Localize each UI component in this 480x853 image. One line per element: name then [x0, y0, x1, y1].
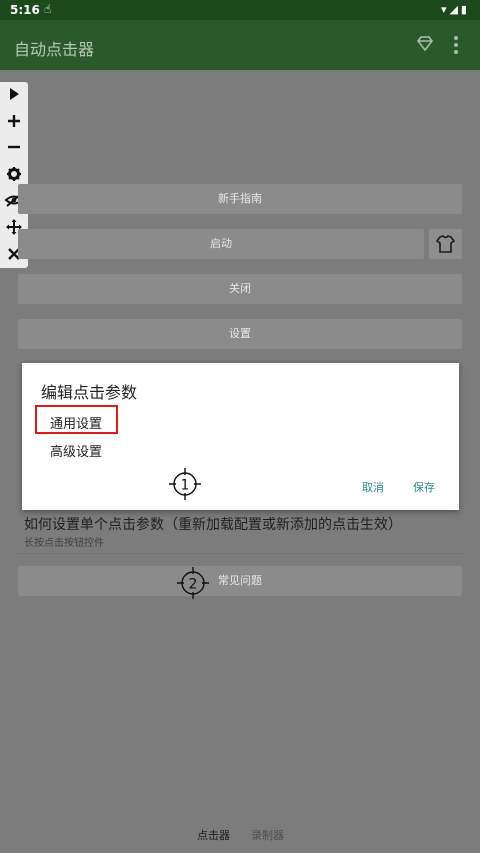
tab-recorder[interactable]: 录制器 — [251, 827, 284, 843]
help-title: 如何设置单个点击参数（重新加载配置或新添加的点击生效） — [24, 517, 402, 533]
click-target-1[interactable]: 1 — [168, 467, 202, 501]
more-options-icon[interactable] — [448, 32, 464, 58]
touch-icon: ☝ — [44, 2, 52, 16]
plus-icon[interactable] — [3, 110, 25, 132]
app-bar: 自动点击器 — [0, 20, 480, 70]
advanced-settings-option[interactable]: 高级设置 — [50, 441, 102, 460]
cancel-button[interactable]: 取消 — [362, 479, 384, 495]
shirt-icon — [435, 235, 456, 253]
status-time: 5:16 — [10, 3, 40, 17]
status-bar: 5:16 ☝ ▾◢▮ — [0, 0, 480, 20]
guide-button[interactable]: 新手指南 — [18, 184, 462, 214]
target-2-label: 2 — [189, 577, 198, 593]
bottom-navigation: 点击器 录制器 — [0, 815, 480, 853]
diamond-icon[interactable] — [414, 33, 436, 55]
edit-click-dialog: 编辑点击参数 通用设置 高级设置 取消 保存 — [22, 363, 459, 510]
tab-clicker[interactable]: 点击器 — [197, 827, 230, 843]
help-subtitle: 长按点击按钮控件 — [24, 538, 104, 549]
divider — [18, 553, 462, 554]
theme-button[interactable] — [429, 229, 462, 259]
app-title: 自动点击器 — [14, 40, 95, 59]
gear-icon[interactable] — [3, 163, 25, 185]
start-button[interactable]: 启动 — [18, 229, 424, 259]
close-button[interactable]: 关闭 — [18, 274, 462, 304]
general-settings-option[interactable]: 通用设置 — [50, 413, 102, 432]
target-1-label: 1 — [181, 478, 190, 494]
click-target-2[interactable]: 2 — [176, 566, 210, 600]
dialog-title: 编辑点击参数 — [41, 383, 138, 402]
save-button[interactable]: 保存 — [413, 479, 435, 495]
minus-icon[interactable] — [3, 136, 25, 158]
play-icon[interactable] — [3, 83, 25, 105]
settings-button[interactable]: 设置 — [18, 319, 462, 349]
faq-button[interactable]: 常见问题 — [18, 566, 462, 596]
system-icons: ▾◢▮ — [440, 3, 470, 16]
